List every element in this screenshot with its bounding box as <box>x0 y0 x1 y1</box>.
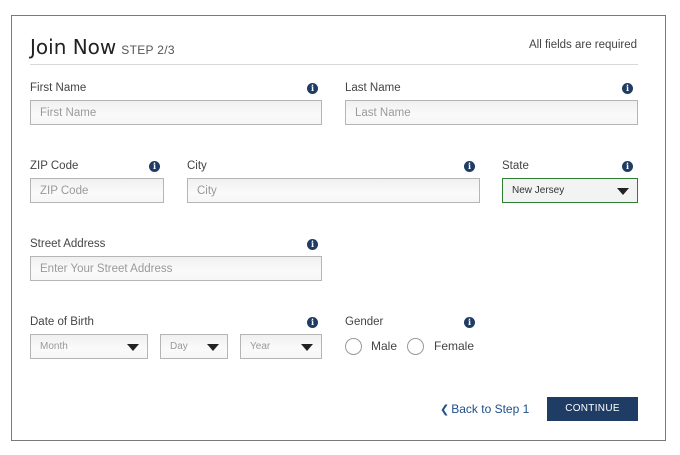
back-link-label: Back to Step 1 <box>451 402 530 416</box>
dob-day-select[interactable]: Day <box>160 334 228 359</box>
state-select-value: New Jersey <box>512 185 565 196</box>
street-address-label: Street Address <box>30 238 106 250</box>
state-select[interactable]: New Jersey <box>502 178 638 203</box>
gender-info-icon[interactable]: i <box>464 317 475 328</box>
zip-info-icon[interactable]: i <box>149 161 160 172</box>
dob-label: Date of Birth <box>30 316 94 328</box>
gender-female-label[interactable]: Female <box>434 339 474 353</box>
street-address-input[interactable] <box>30 256 322 281</box>
page-title: Join Now <box>30 35 117 59</box>
city-info-icon[interactable]: i <box>464 161 475 172</box>
city-label: City <box>187 160 207 172</box>
dob-year-select[interactable]: Year <box>240 334 322 359</box>
first-name-input[interactable] <box>30 100 322 125</box>
continue-button[interactable]: CONTINUE <box>547 397 638 421</box>
chevron-down-icon <box>207 344 219 351</box>
city-input[interactable] <box>187 178 480 203</box>
chevron-left-icon: ❮ <box>440 403 450 416</box>
state-label: State <box>502 160 529 172</box>
gender-female-radio[interactable] <box>407 338 424 355</box>
first-name-info-icon[interactable]: i <box>307 83 318 94</box>
street-address-info-icon[interactable]: i <box>307 239 318 250</box>
gender-label: Gender <box>345 316 384 328</box>
first-name-label: First Name <box>30 82 87 94</box>
header-divider <box>30 64 638 65</box>
dob-month-select[interactable]: Month <box>30 334 148 359</box>
zip-input[interactable] <box>30 178 164 203</box>
chevron-down-icon <box>617 188 629 195</box>
dob-month-value: Month <box>40 341 68 352</box>
last-name-input[interactable] <box>345 100 638 125</box>
gender-male-label[interactable]: Male <box>371 339 397 353</box>
chevron-down-icon <box>127 344 139 351</box>
zip-label: ZIP Code <box>30 160 79 172</box>
last-name-info-icon[interactable]: i <box>622 83 633 94</box>
state-info-icon[interactable]: i <box>622 161 633 172</box>
dob-day-value: Day <box>170 341 188 352</box>
dob-info-icon[interactable]: i <box>307 317 318 328</box>
chevron-down-icon <box>301 344 313 351</box>
required-note: All fields are required <box>528 39 637 51</box>
back-to-step-1-link[interactable]: ❮ Back to Step 1 <box>440 402 529 416</box>
signup-form-card: Join Now STEP 2/3 All fields are require… <box>11 15 666 441</box>
step-indicator: STEP 2/3 <box>121 43 175 57</box>
form-header: Join Now STEP 2/3 <box>30 35 175 59</box>
gender-male-radio[interactable] <box>345 338 362 355</box>
dob-year-value: Year <box>250 341 271 352</box>
last-name-label: Last Name <box>345 82 401 94</box>
